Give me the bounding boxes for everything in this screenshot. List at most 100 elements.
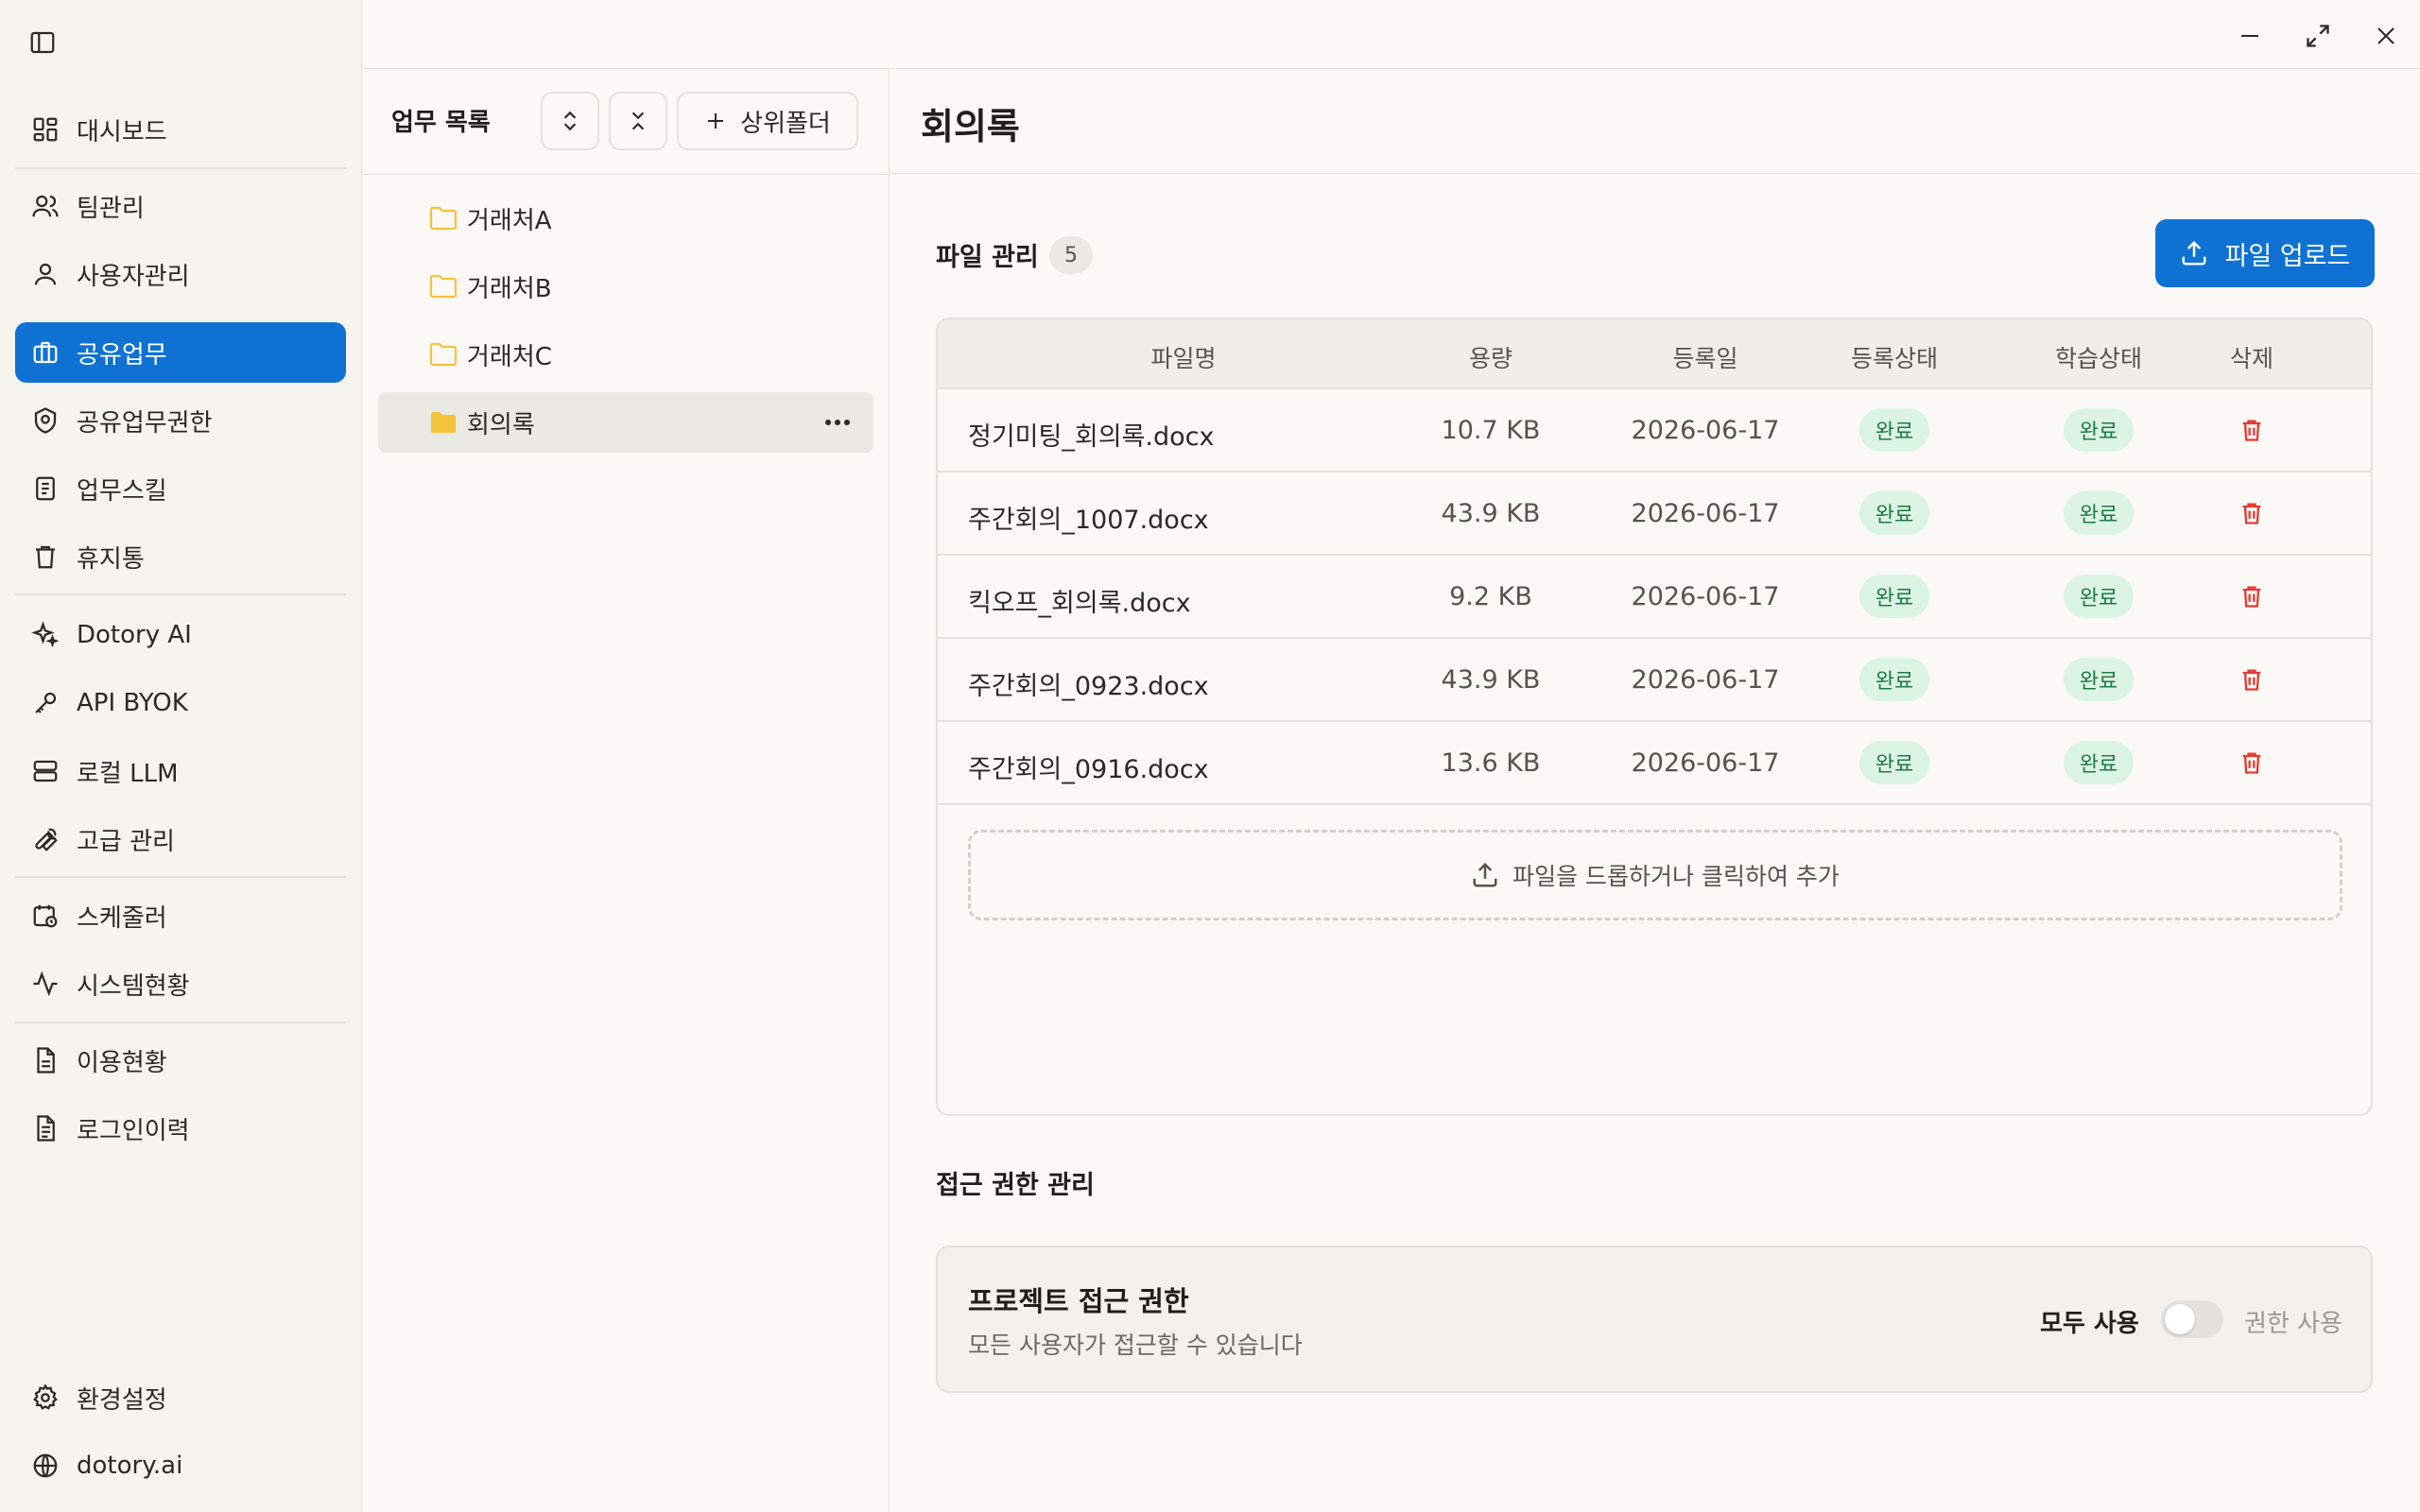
user-icon [29,258,61,290]
collapse-all-button[interactable] [609,92,667,150]
sidebar-item-usage[interactable]: 이용현황 [15,1030,346,1091]
note-icon [29,472,61,505]
sidebar-item-label: 팀관리 [77,194,145,223]
delete-icon[interactable] [2236,745,2268,781]
table-row[interactable]: 주간회의_1007.docx 43.9 KB 2026-06-17 완료 완료 [938,472,2371,556]
delete-icon[interactable] [2236,662,2268,697]
sidebar-item-label: 환경설정 [77,1385,167,1415]
shield-icon [29,404,61,437]
file-name[interactable]: 정기미팅_회의록.docx [968,416,1214,453]
folder-filled-icon [431,412,456,433]
folder-icon [429,206,458,231]
column-header[interactable]: 등록상태 [1828,340,1961,374]
sidebar-item-team[interactable]: 팀관리 [15,176,346,236]
registration-status-badge: 완료 [1859,741,1929,784]
sidebar-item-label: API BYOK [77,689,188,717]
folder-icon [429,342,458,367]
sidebar-item-advanced[interactable]: 고급 관리 [15,809,346,869]
more-options-icon[interactable] [824,409,851,436]
plus-icon [704,110,727,132]
table-row[interactable]: 주간회의_0916.docx 13.6 KB 2026-06-17 완료 완료 [938,722,2371,805]
tree-node[interactable]: 거래처A [378,188,873,249]
add-parent-folder-label: 상위폴더 [740,109,831,138]
upload-icon [1471,861,1499,889]
sidebar-item-dotory-ai[interactable]: Dotory AI [15,605,346,665]
file-table: 파일명 용량 등록일 등록상태 학습상태 삭제 정기미팅_회의록.docx 10… [936,318,2373,1116]
sidebar-item-system-status[interactable]: 시스템현황 [15,954,346,1014]
sidebar-item-label: 대시보드 [77,117,167,146]
sidebar-item-local-llm[interactable]: 로컬 LLM [15,741,346,801]
permission-access-label: 권한 사용 [2244,1310,2342,1338]
file-count-badge: 5 [1049,236,1093,274]
file-size: 9.2 KB [1449,582,1532,611]
sidebar-toggle-icon[interactable] [26,26,59,59]
access-mode-toggle[interactable] [2161,1300,2223,1338]
trash-icon [29,541,61,573]
upload-file-button[interactable]: 파일 업로드 [2155,219,2375,287]
calendar-clock-icon [29,900,61,932]
table-row[interactable]: 정기미팅_회의록.docx 10.7 KB 2026-06-17 완료 완료 [938,389,2371,472]
sidebar-item-work-skills[interactable]: 업무스킬 [15,458,346,519]
sidebar-item-label: 로컬 LLM [77,759,179,788]
tree-title: 업무 목록 [391,109,491,137]
table-row[interactable]: 킥오프_회의록.docx 9.2 KB 2026-06-17 완료 완료 [938,556,2371,639]
sidebar-item-shared-permissions[interactable]: 공유업무권한 [15,390,346,451]
server-icon [29,755,61,787]
sidebar-item-dashboard[interactable]: 대시보드 [15,99,346,160]
delete-icon[interactable] [2236,412,2268,448]
sidebar-divider [15,593,346,595]
sidebar-item-label: 공유업무 [77,340,167,369]
tree-node-selected[interactable]: 회의록 [378,392,873,453]
file-dropzone[interactable]: 파일을 드롭하거나 클릭하여 추가 [968,830,2342,920]
gear-icon [29,1382,61,1414]
tree-node[interactable]: 거래처B [378,256,873,317]
tree-header: 업무 목록 상위폴더 [363,69,890,175]
registration-status-badge: 완료 [1859,658,1929,701]
access-card-description: 모든 사용자가 접근할 수 있습니다 [968,1332,1303,1359]
minimize-icon[interactable] [2231,17,2269,55]
sidebar-divider [15,167,346,169]
project-access-card: 프로젝트 접근 권한 모든 사용자가 접근할 수 있습니다 모두 사용 권한 사… [936,1246,2373,1393]
dropzone-label: 파일을 드롭하거나 클릭하여 추가 [1512,863,1840,890]
column-header[interactable]: 용량 [1429,340,1552,374]
file-name[interactable]: 주간회의_0923.docx [968,665,1209,702]
delete-icon[interactable] [2236,578,2268,614]
column-header[interactable]: 파일명 [1032,340,1335,374]
sidebar-item-shared-work[interactable]: 공유업무 [15,322,346,383]
sidebar-item-scheduler[interactable]: 스케줄러 [15,885,346,946]
file-size: 43.9 KB [1441,665,1541,695]
expand-all-button[interactable] [541,92,599,150]
upload-icon [2180,239,2208,267]
sidebar-item-trash[interactable]: 휴지통 [15,526,346,587]
learning-status-badge: 완료 [2064,658,2134,701]
sidebar-item-label: 이용현황 [77,1048,167,1077]
file-name[interactable]: 킥오프_회의록.docx [968,582,1191,619]
column-header[interactable]: 삭제 [2204,340,2299,374]
table-row[interactable]: 주간회의_0923.docx 43.9 KB 2026-06-17 완료 완료 [938,639,2371,722]
file-name[interactable]: 주간회의_1007.docx [968,499,1209,536]
sidebar-item-label: 시스템현황 [77,971,190,1001]
sidebar-item-website[interactable]: dotory.ai [15,1435,346,1496]
close-icon[interactable] [2367,17,2405,55]
tree-node-label: 회의록 [467,410,535,439]
tree-node[interactable]: 거래처C [378,324,873,385]
sidebar-item-login-history[interactable]: 로그인이력 [15,1098,346,1159]
sidebar-item-settings[interactable]: 환경설정 [15,1367,346,1428]
sidebar-divider [15,1022,346,1023]
access-section-title: 접근 권한 관리 [936,1171,1095,1200]
registration-status-badge: 완료 [1859,408,1929,452]
sidebar-item-label: 휴지통 [77,544,145,574]
sidebar-item-label: Dotory AI [77,621,192,649]
sidebar-item-api-byok[interactable]: API BYOK [15,673,346,733]
file-name[interactable]: 주간회의_0916.docx [968,748,1209,785]
task-tree-panel: 업무 목록 상위폴더 거래처A 거래처B 거래처C 회의록 [363,68,890,1512]
tree-node-label: 거래처B [467,274,552,303]
column-header[interactable]: 학습상태 [2032,340,2165,374]
column-header[interactable]: 등록일 [1625,340,1786,374]
sidebar-item-users[interactable]: 사용자관리 [15,244,346,304]
add-parent-folder-button[interactable]: 상위폴더 [677,92,858,150]
sidebar-item-label: 스케줄러 [77,903,167,933]
maximize-icon[interactable] [2299,17,2337,55]
registration-status-badge: 완료 [1859,575,1929,618]
delete-icon[interactable] [2236,495,2268,531]
